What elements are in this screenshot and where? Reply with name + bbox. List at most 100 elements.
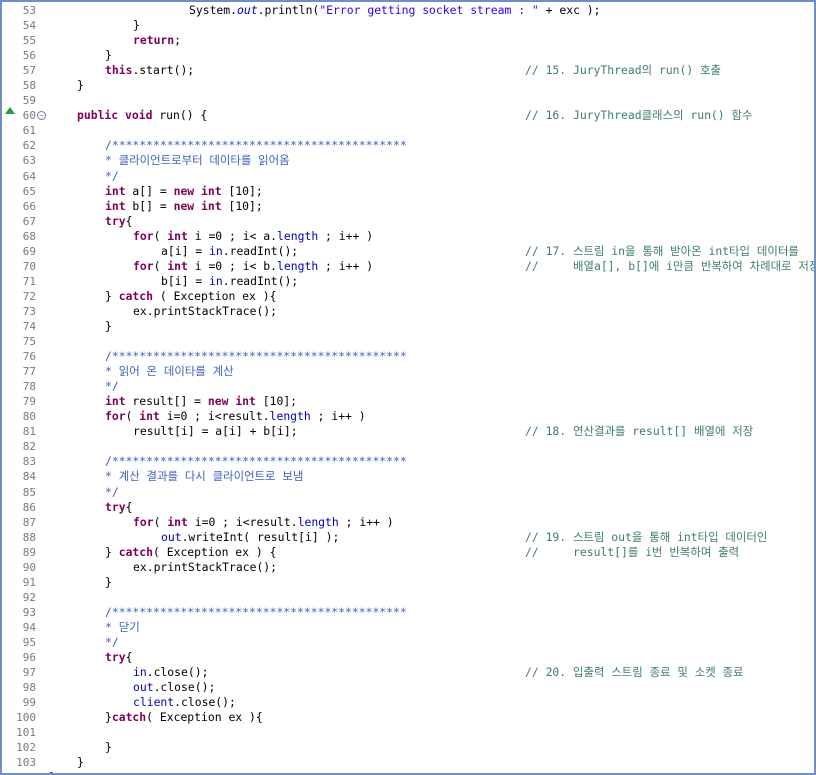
- code-token: {: [125, 213, 133, 228]
- code-line[interactable]: 63 * 클라이언트로부터 데이타를 읽어옴: [2, 153, 814, 168]
- code-line[interactable]: 75: [2, 334, 814, 349]
- code-line[interactable]: 103}: [2, 755, 814, 770]
- code-line[interactable]: 86 try{: [2, 500, 814, 515]
- code-line[interactable]: 78 */: [2, 379, 814, 394]
- code-line[interactable]: 85 */: [2, 485, 814, 500]
- code-line[interactable]: 58}: [2, 78, 814, 93]
- code-text: try{: [105, 650, 132, 665]
- code-line[interactable]: 62 /*************************************…: [2, 138, 814, 153]
- code-token: int: [167, 258, 188, 273]
- code-line[interactable]: 104}: [2, 770, 814, 773]
- code-area[interactable]: 53 System.out.println("Error getting sock…: [2, 3, 814, 773]
- code-token: length: [277, 258, 319, 273]
- code-text: return;: [133, 33, 181, 48]
- code-line[interactable]: 95 */: [2, 635, 814, 650]
- code-text: }: [105, 740, 112, 755]
- code-line[interactable]: 81 result[i] = a[i] + b[i]; // 18. 연산결과를 r…: [2, 424, 814, 439]
- code-line[interactable]: 83 /*************************************…: [2, 454, 814, 469]
- code-line[interactable]: 66 int b[] = new int [10];: [2, 199, 814, 214]
- code-line[interactable]: 89} catch( Exception ex ) {// result[]를 …: [2, 545, 814, 560]
- code-line[interactable]: 73 ex.printStackTrace();: [2, 304, 814, 319]
- code-token: .start();: [132, 63, 195, 78]
- line-comment: // 17. 스트림 in을 통해 받아온 int타입 데이터를: [525, 243, 799, 258]
- code-token: }: [77, 755, 84, 770]
- code-line[interactable]: 82: [2, 439, 814, 454]
- code-token: new: [173, 183, 195, 198]
- code-text: } catch ( Exception ex ){: [105, 289, 276, 304]
- code-line[interactable]: 91}: [2, 575, 814, 590]
- code-line[interactable]: 56}: [2, 48, 814, 63]
- code-line[interactable]: 76 /*************************************…: [2, 349, 814, 364]
- line-number: 56: [22, 49, 36, 63]
- code-token: length: [269, 409, 311, 424]
- code-line[interactable]: 67 try{: [2, 214, 814, 229]
- code-text: in.close();: [133, 665, 208, 680]
- code-text: */: [105, 169, 119, 184]
- code-line[interactable]: 53 System.out.println("Error getting sock…: [2, 3, 814, 18]
- code-line[interactable]: 90 ex.printStackTrace();: [2, 560, 814, 575]
- code-line[interactable]: 69 a[i] = in.readInt(); // 17. 스트림 in을 통해 …: [2, 244, 814, 259]
- code-line[interactable]: 64 */: [2, 169, 814, 184]
- code-token: {: [125, 499, 133, 514]
- line-comment: // 16. JuryThread클래스의 run() 함수: [525, 108, 753, 123]
- code-text: }: [133, 18, 140, 33]
- code-token: ; i++ ): [338, 514, 394, 529]
- code-line[interactable]: 60− public void run() {// 16. JuryThread클…: [2, 107, 814, 123]
- code-token: */: [105, 379, 119, 394]
- collapse-fold-icon[interactable]: −: [37, 111, 46, 121]
- code-line[interactable]: 77 * 읽어 온 데이타를 계산: [2, 364, 814, 379]
- code-text: }: [105, 48, 112, 63]
- code-line[interactable]: 79 int result[] = new int [10];: [2, 394, 814, 409]
- code-token: return: [133, 33, 175, 48]
- code-line[interactable]: 61: [2, 123, 814, 138]
- code-token: .readInt();: [222, 273, 299, 288]
- code-token: + exc );: [538, 3, 601, 17]
- line-number: 73: [22, 304, 36, 318]
- code-line[interactable]: 99 client.close();: [2, 695, 814, 710]
- line-number: 102: [16, 741, 36, 755]
- code-line[interactable]: 93 /*************************************…: [2, 605, 814, 620]
- code-line[interactable]: 65 int a[] = new int [10];: [2, 184, 814, 199]
- code-line[interactable]: 102}: [2, 740, 814, 755]
- code-line[interactable]: 101: [2, 725, 814, 740]
- code-line[interactable]: 84 * 계산 결과를 다시 클라이언트로 보냄: [2, 469, 814, 484]
- line-number: 59: [22, 94, 36, 108]
- code-token: * 계산 결과를 다시 클라이언트로 보냄: [105, 469, 304, 484]
- line-number: 83: [22, 455, 36, 469]
- code-line[interactable]: 80 for( int i=0 ; i<result.length ; i++ ): [2, 409, 814, 424]
- code-line[interactable]: 100}catch( Exception ex ){: [2, 710, 814, 725]
- code-line[interactable]: 92: [2, 590, 814, 605]
- code-token: public: [77, 108, 119, 123]
- code-line[interactable]: 54}: [2, 18, 814, 33]
- override-triangle-icon[interactable]: [5, 107, 15, 115]
- code-line[interactable]: 87 for( int i=0 ; i<result.length ; i++ ): [2, 515, 814, 530]
- code-line[interactable]: 74}: [2, 319, 814, 334]
- code-line[interactable]: 68 for( int i =0 ; i< a.length ; i++ ): [2, 229, 814, 244]
- code-line[interactable]: 57 this.start(); // 15. JuryThread의 run() …: [2, 63, 814, 78]
- line-comment: // result[]를 i번 반복하며 출력: [525, 544, 740, 559]
- code-token: new: [173, 198, 195, 213]
- code-text: * 계산 결과를 다시 클라이언트로 보냄: [105, 469, 303, 484]
- code-token: */: [105, 168, 119, 183]
- code-line[interactable]: 71 b[i] = in.readInt();: [2, 274, 814, 289]
- code-line[interactable]: 98 out.close();: [2, 680, 814, 695]
- code-line[interactable]: 94 * 닫기: [2, 620, 814, 635]
- code-line[interactable]: 70 for( int i =0 ; i< b.length ; i++ ) // …: [2, 259, 814, 274]
- code-token: i=0 ; i<result.: [187, 514, 298, 529]
- code-token: }: [105, 740, 112, 755]
- code-line[interactable]: 72} catch ( Exception ex ){: [2, 289, 814, 304]
- line-number: 57: [22, 64, 36, 78]
- code-editor[interactable]: 53 System.out.println("Error getting sock…: [0, 0, 816, 775]
- code-line[interactable]: 59: [2, 93, 814, 108]
- code-line[interactable]: 88 out.writeInt( result[i] ); // 19. 스트림 o…: [2, 530, 814, 545]
- line-number: 53: [22, 4, 36, 17]
- code-line[interactable]: 97 in.close(); // 20. 입출력 스트림 종료 및 소켓 종료: [2, 665, 814, 680]
- code-token: b[i] =: [161, 273, 210, 288]
- code-token: }: [105, 544, 119, 559]
- code-token: /***************************************…: [105, 454, 407, 469]
- code-token: /***************************************…: [105, 138, 407, 153]
- code-line[interactable]: 55 return;: [2, 33, 814, 48]
- code-line[interactable]: 96 try{: [2, 650, 814, 665]
- code-token: int: [139, 409, 160, 424]
